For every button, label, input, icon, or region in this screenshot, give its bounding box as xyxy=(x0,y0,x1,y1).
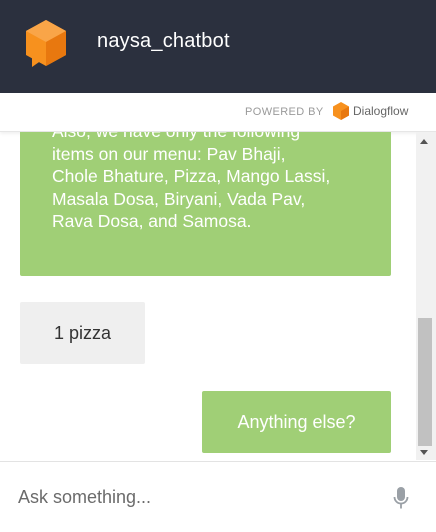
dialogflow-cube-icon xyxy=(26,20,66,67)
user-message: 1 pizza xyxy=(20,302,145,364)
bot-message: Also, we have only the following items o… xyxy=(20,132,391,276)
bot-message: Anything else? xyxy=(202,391,391,453)
message-line: Also, we have only the following xyxy=(52,132,359,143)
dialogflow-brand: Dialogflow xyxy=(353,104,409,118)
microphone-icon[interactable] xyxy=(393,487,409,511)
scroll-up-arrow-icon[interactable] xyxy=(420,139,428,144)
dialogflow-small-icon xyxy=(333,102,349,120)
bot-title: naysa_chatbot xyxy=(97,30,230,52)
powered-by-label: POWERED BY xyxy=(245,106,324,118)
message-line: Masala Dosa, Biryani, Vada Pav, xyxy=(52,188,306,209)
powered-by-bar: POWERED BY Dialogflow xyxy=(0,93,436,132)
message-line: Rava Dosa, and Samosa. xyxy=(52,211,252,231)
scrollbar-thumb[interactable] xyxy=(418,318,432,446)
chat-messages[interactable]: Also, we have only the following items o… xyxy=(0,132,416,460)
input-bar xyxy=(0,461,436,532)
message-line: items on our menu: Pav Bhaji, xyxy=(52,143,286,164)
message-line: Chole Bhature, Pizza, Mango Lassi, xyxy=(52,166,331,186)
message-input[interactable] xyxy=(18,480,378,514)
chat-header: naysa_chatbot xyxy=(0,0,436,93)
scroll-down-arrow-icon[interactable] xyxy=(420,450,428,455)
